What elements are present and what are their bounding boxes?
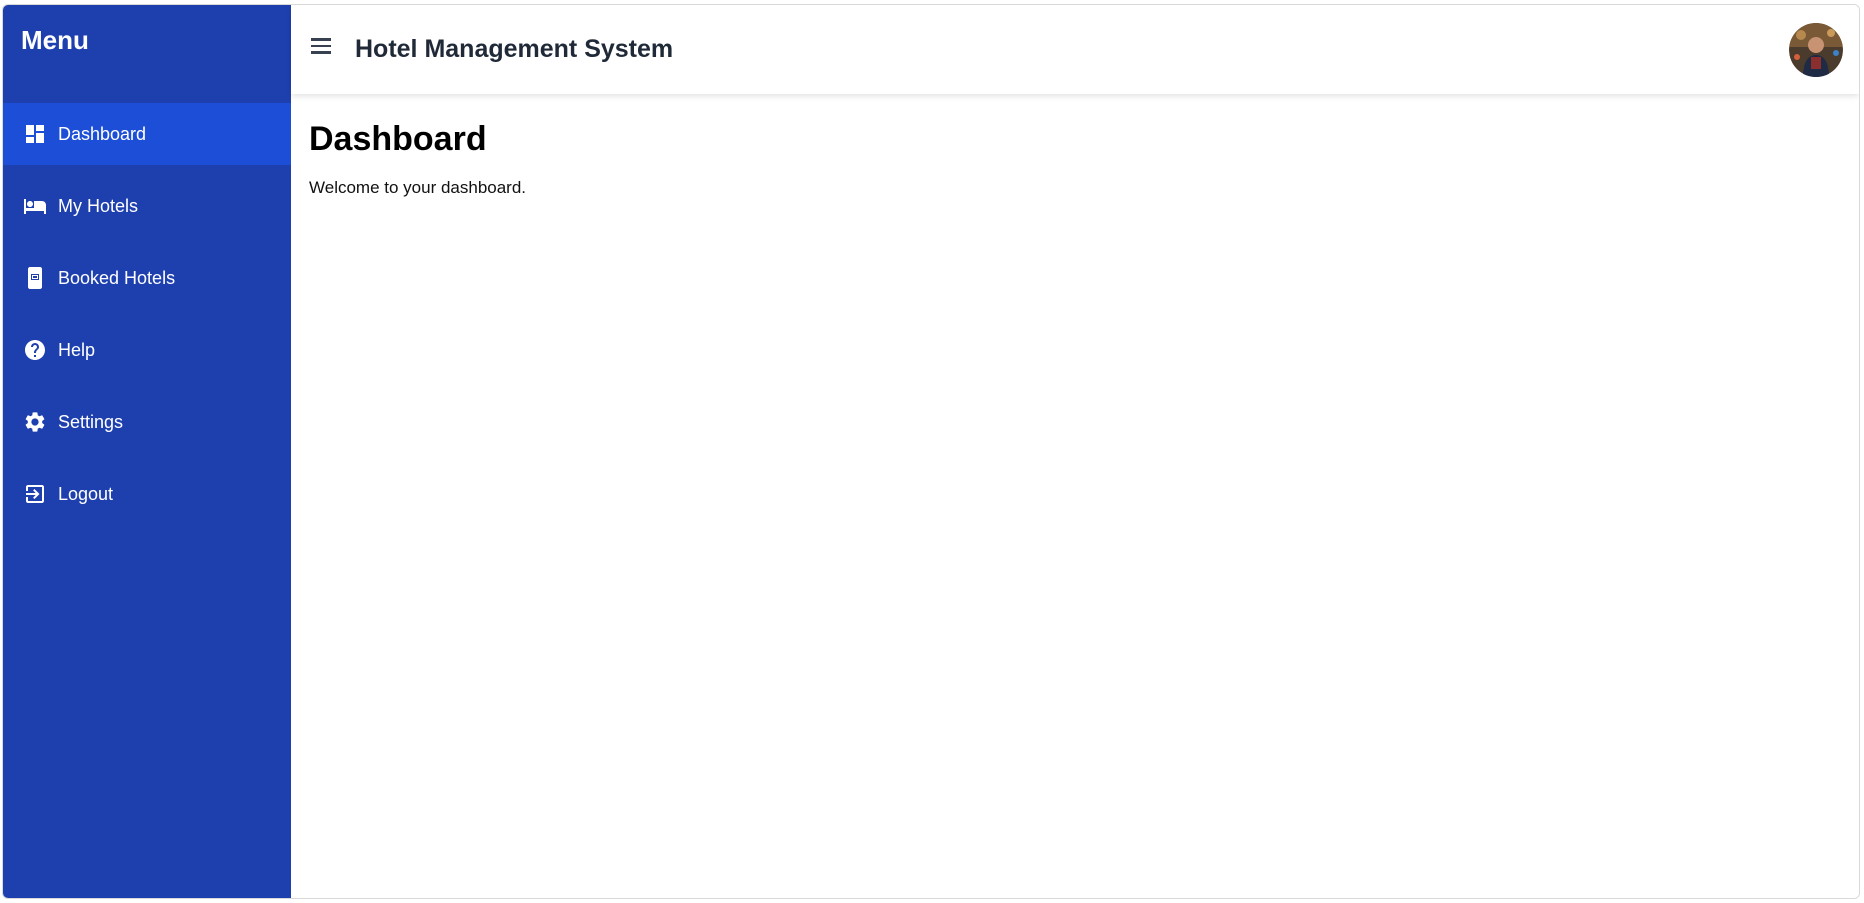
logout-icon bbox=[23, 482, 47, 506]
dashboard-icon bbox=[23, 122, 47, 146]
sidebar-item-label: Dashboard bbox=[58, 123, 147, 144]
sidebar-item-label: My Hotels bbox=[58, 195, 139, 216]
sidebar-item-booked-hotels[interactable]: Booked Hotels bbox=[3, 247, 291, 309]
top-header: Hotel Management System bbox=[291, 5, 1859, 94]
sidebar-nav: Dashboard My Hotels Booked Hotels Help S… bbox=[3, 103, 291, 535]
sidebar-item-label: Logout bbox=[58, 483, 114, 504]
hamburger-icon[interactable] bbox=[311, 38, 333, 56]
bed-icon bbox=[23, 194, 47, 218]
main-content: Dashboard Welcome to your dashboard. bbox=[291, 94, 1859, 898]
user-avatar[interactable] bbox=[1789, 23, 1843, 77]
gear-icon bbox=[23, 410, 47, 434]
sidebar-item-logout[interactable]: Logout bbox=[3, 463, 291, 525]
welcome-text: Welcome to your dashboard. bbox=[309, 178, 527, 197]
help-icon bbox=[23, 338, 47, 362]
sidebar-item-settings[interactable]: Settings bbox=[3, 391, 291, 453]
sidebar: Menu Dashboard My Hotels Booked Hotels H… bbox=[3, 5, 291, 898]
sidebar-item-dashboard[interactable]: Dashboard bbox=[3, 103, 291, 165]
sidebar-item-label: Settings bbox=[58, 411, 124, 432]
sidebar-item-help[interactable]: Help bbox=[3, 319, 291, 381]
sidebar-item-label: Booked Hotels bbox=[58, 267, 176, 288]
app-window: Menu Dashboard My Hotels Booked Hotels H… bbox=[2, 4, 1860, 899]
page-title: Dashboard bbox=[309, 120, 487, 158]
booking-icon bbox=[23, 266, 47, 290]
sidebar-title: Menu bbox=[21, 25, 89, 55]
sidebar-item-label: Help bbox=[58, 339, 96, 360]
app-title: Hotel Management System bbox=[355, 35, 674, 63]
sidebar-item-my-hotels[interactable]: My Hotels bbox=[3, 175, 291, 237]
